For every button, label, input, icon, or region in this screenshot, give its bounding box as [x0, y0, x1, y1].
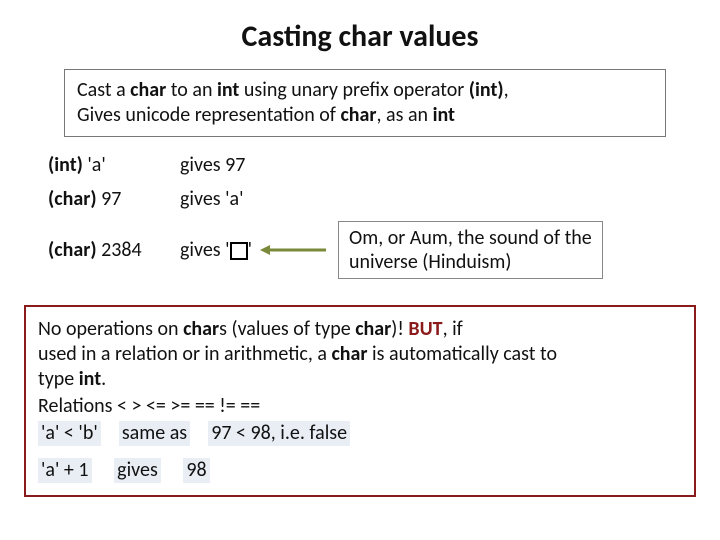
intro-text: ,	[504, 78, 509, 102]
closing-quote: '	[248, 238, 252, 262]
hl-expr: 'a' < 'b'	[38, 421, 101, 446]
intro-cast: (int)	[469, 78, 504, 102]
arrow-icon	[260, 243, 330, 257]
example-line: 'a' + 1 gives 98	[38, 458, 682, 483]
gives-text: gives '	[180, 238, 230, 262]
intro-text: Gives unicode representation of	[77, 103, 340, 127]
example-expr: (char) 97	[48, 187, 180, 211]
intro-char2: char	[340, 103, 376, 127]
example-result: gives ' '	[180, 238, 252, 262]
rule-text: )!	[391, 317, 408, 341]
om-note-line: universe (Hinduism)	[349, 250, 511, 274]
intro-box: Cast a char to an int using unary prefix…	[64, 69, 666, 137]
example-expr: (int) 'a'	[48, 153, 180, 177]
operand: 2384	[97, 238, 142, 262]
om-note-line: Om, or Aum, the sound of the	[349, 226, 592, 250]
hl-sameas: same as	[119, 421, 190, 446]
hl-gives: gives	[114, 458, 161, 483]
rule-text: type	[38, 367, 79, 391]
example-result: gives 'a'	[180, 187, 275, 211]
examples-block: (int) 'a' gives 97 (char) 97 gives 'a' (…	[24, 151, 696, 299]
hl-result: 97 < 98, i.e. false	[208, 421, 350, 446]
intro-int2: int	[433, 103, 455, 127]
hl-result: 98	[183, 458, 209, 483]
rule-text: , if	[443, 317, 463, 341]
rule-char: char	[331, 342, 367, 366]
cast-op: (char)	[48, 187, 97, 211]
intro-int: int	[217, 78, 239, 102]
intro-char: char	[130, 78, 166, 102]
example-row: (char) 2384 gives ' ' Om, or Aum, the sou…	[48, 221, 696, 279]
rule-text: .	[101, 367, 106, 391]
relations-line: Relations < > <= >= == != ==	[38, 394, 682, 419]
example-result: gives 97	[180, 153, 275, 177]
rule-char: char	[355, 317, 391, 341]
example-expr: (char) 2384	[48, 238, 180, 262]
hl-expr: 'a' + 1	[38, 458, 92, 483]
example-row: (char) 97 gives 'a'	[48, 187, 696, 211]
example-row: (int) 'a' gives 97	[48, 153, 696, 177]
cast-op: (char)	[48, 238, 97, 262]
example-line: 'a' < 'b' same as 97 < 98, i.e. false	[38, 421, 682, 446]
operand: 'a'	[83, 153, 106, 177]
slide-title: Casting char values	[24, 18, 696, 55]
rule-text: s (values of type	[219, 317, 355, 341]
rule-int: int	[79, 367, 101, 391]
slide: Casting char values Cast a char to an in…	[0, 0, 720, 540]
om-note-box: Om, or Aum, the sound of the universe (H…	[338, 221, 603, 279]
intro-text: , as an	[377, 103, 433, 127]
intro-text: Cast a	[77, 78, 130, 102]
rule-text: No operations on	[38, 317, 183, 341]
om-glyph-icon	[230, 242, 248, 260]
intro-text: using unary prefix operator	[239, 78, 468, 102]
rules-box: No operations on chars (values of type c…	[24, 305, 696, 497]
rule-text: used in a relation or in arithmetic, a	[38, 342, 331, 366]
operand: 97	[97, 187, 122, 211]
intro-text: to an	[166, 78, 217, 102]
rule-char: char	[183, 317, 219, 341]
cast-op: (int)	[48, 153, 83, 177]
rule-text: is automatically cast to	[368, 342, 557, 366]
but-emph: BUT	[408, 317, 442, 341]
